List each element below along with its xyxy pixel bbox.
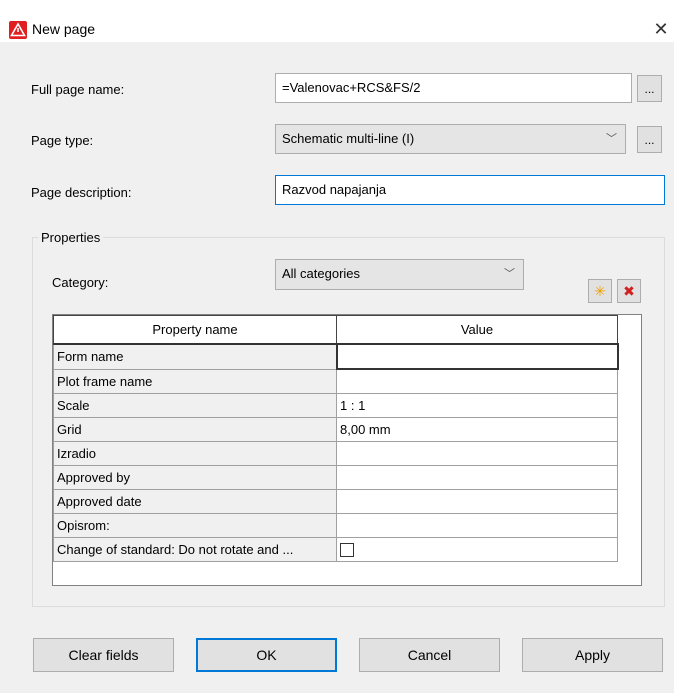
checkbox[interactable] — [340, 543, 354, 558]
clear-fields-button[interactable]: Clear fields — [33, 638, 174, 672]
property-name-cell: Approved date — [53, 489, 337, 514]
page-type-select[interactable]: Schematic multi-line (I) ﹀ — [275, 124, 626, 154]
property-value-cell[interactable] — [336, 537, 618, 562]
table-header-row: Property name Value — [53, 315, 618, 345]
page-type-label: Page type: — [31, 133, 94, 148]
chevron-down-icon: ﹀ — [504, 268, 515, 280]
table-row[interactable]: Approved by — [53, 465, 618, 490]
page-description-label: Page description: — [31, 185, 132, 200]
table-row[interactable]: Izradio — [53, 441, 618, 466]
chevron-down-icon: ﹀ — [606, 133, 617, 145]
property-name-cell: Izradio — [53, 441, 337, 466]
full-page-name-label: Full page name: — [31, 82, 125, 97]
new-page-dialog: New page ✕ Full page name: =Valenovac+RC… — [0, 0, 674, 693]
page-type-browse-button[interactable]: ... — [637, 126, 662, 153]
category-select[interactable]: All categories ﹀ — [275, 259, 524, 290]
property-name-cell: Approved by — [53, 465, 337, 490]
property-value-cell[interactable] — [336, 441, 618, 466]
property-name-cell: Plot frame name — [53, 368, 337, 394]
ok-button[interactable]: OK — [196, 638, 337, 672]
table-row[interactable]: Plot frame name — [53, 368, 618, 394]
table-row[interactable]: Grid 8,00 mm — [53, 417, 618, 442]
close-icon[interactable]: ✕ — [651, 18, 671, 40]
property-value-cell[interactable]: 1 : 1 — [336, 393, 618, 418]
properties-group-title: Properties — [38, 230, 104, 245]
apply-button[interactable]: Apply — [522, 638, 663, 672]
table-row[interactable]: Approved date — [53, 489, 618, 514]
app-logo-icon — [9, 21, 27, 39]
property-value-cell[interactable] — [336, 465, 618, 490]
property-value-cell[interactable] — [335, 343, 619, 370]
property-value-cell[interactable] — [336, 513, 618, 538]
title-bar: New page ✕ — [0, 8, 674, 40]
table-row[interactable]: Form name — [53, 343, 619, 370]
column-header-property-name[interactable]: Property name — [53, 315, 337, 345]
property-name-cell: Form name — [53, 343, 337, 370]
property-name-cell: Change of standard: Do not rotate and ..… — [53, 537, 337, 562]
properties-grid: Property name Value Form name Plot frame… — [52, 314, 642, 586]
category-value: All categories — [282, 266, 361, 281]
page-type-value: Schematic multi-line (I) — [282, 131, 415, 146]
page-description-field[interactable]: Razvod napajanja — [275, 175, 665, 205]
window-title: New page — [32, 21, 96, 37]
property-name-cell: Opisrom: — [53, 513, 337, 538]
table-row[interactable]: Scale 1 : 1 — [53, 393, 618, 418]
properties-table: Property name Value Form name Plot frame… — [53, 315, 619, 562]
property-value-cell[interactable] — [336, 489, 618, 514]
table-row[interactable]: Opisrom: — [53, 513, 618, 538]
category-label: Category: — [52, 275, 109, 290]
property-name-cell: Scale — [53, 393, 337, 418]
column-header-value[interactable]: Value — [336, 315, 618, 345]
cancel-button[interactable]: Cancel — [359, 638, 500, 672]
new-property-icon[interactable]: ✳ — [588, 279, 612, 303]
full-page-name-browse-button[interactable]: ... — [637, 75, 662, 102]
property-name-cell: Grid — [53, 417, 337, 442]
table-row[interactable]: Change of standard: Do not rotate and ..… — [53, 537, 618, 562]
delete-property-icon[interactable]: ✖ — [617, 279, 641, 303]
full-page-name-field[interactable]: =Valenovac+RCS&FS/2 — [275, 73, 632, 103]
property-value-cell[interactable] — [336, 368, 618, 394]
property-value-cell[interactable]: 8,00 mm — [336, 417, 618, 442]
